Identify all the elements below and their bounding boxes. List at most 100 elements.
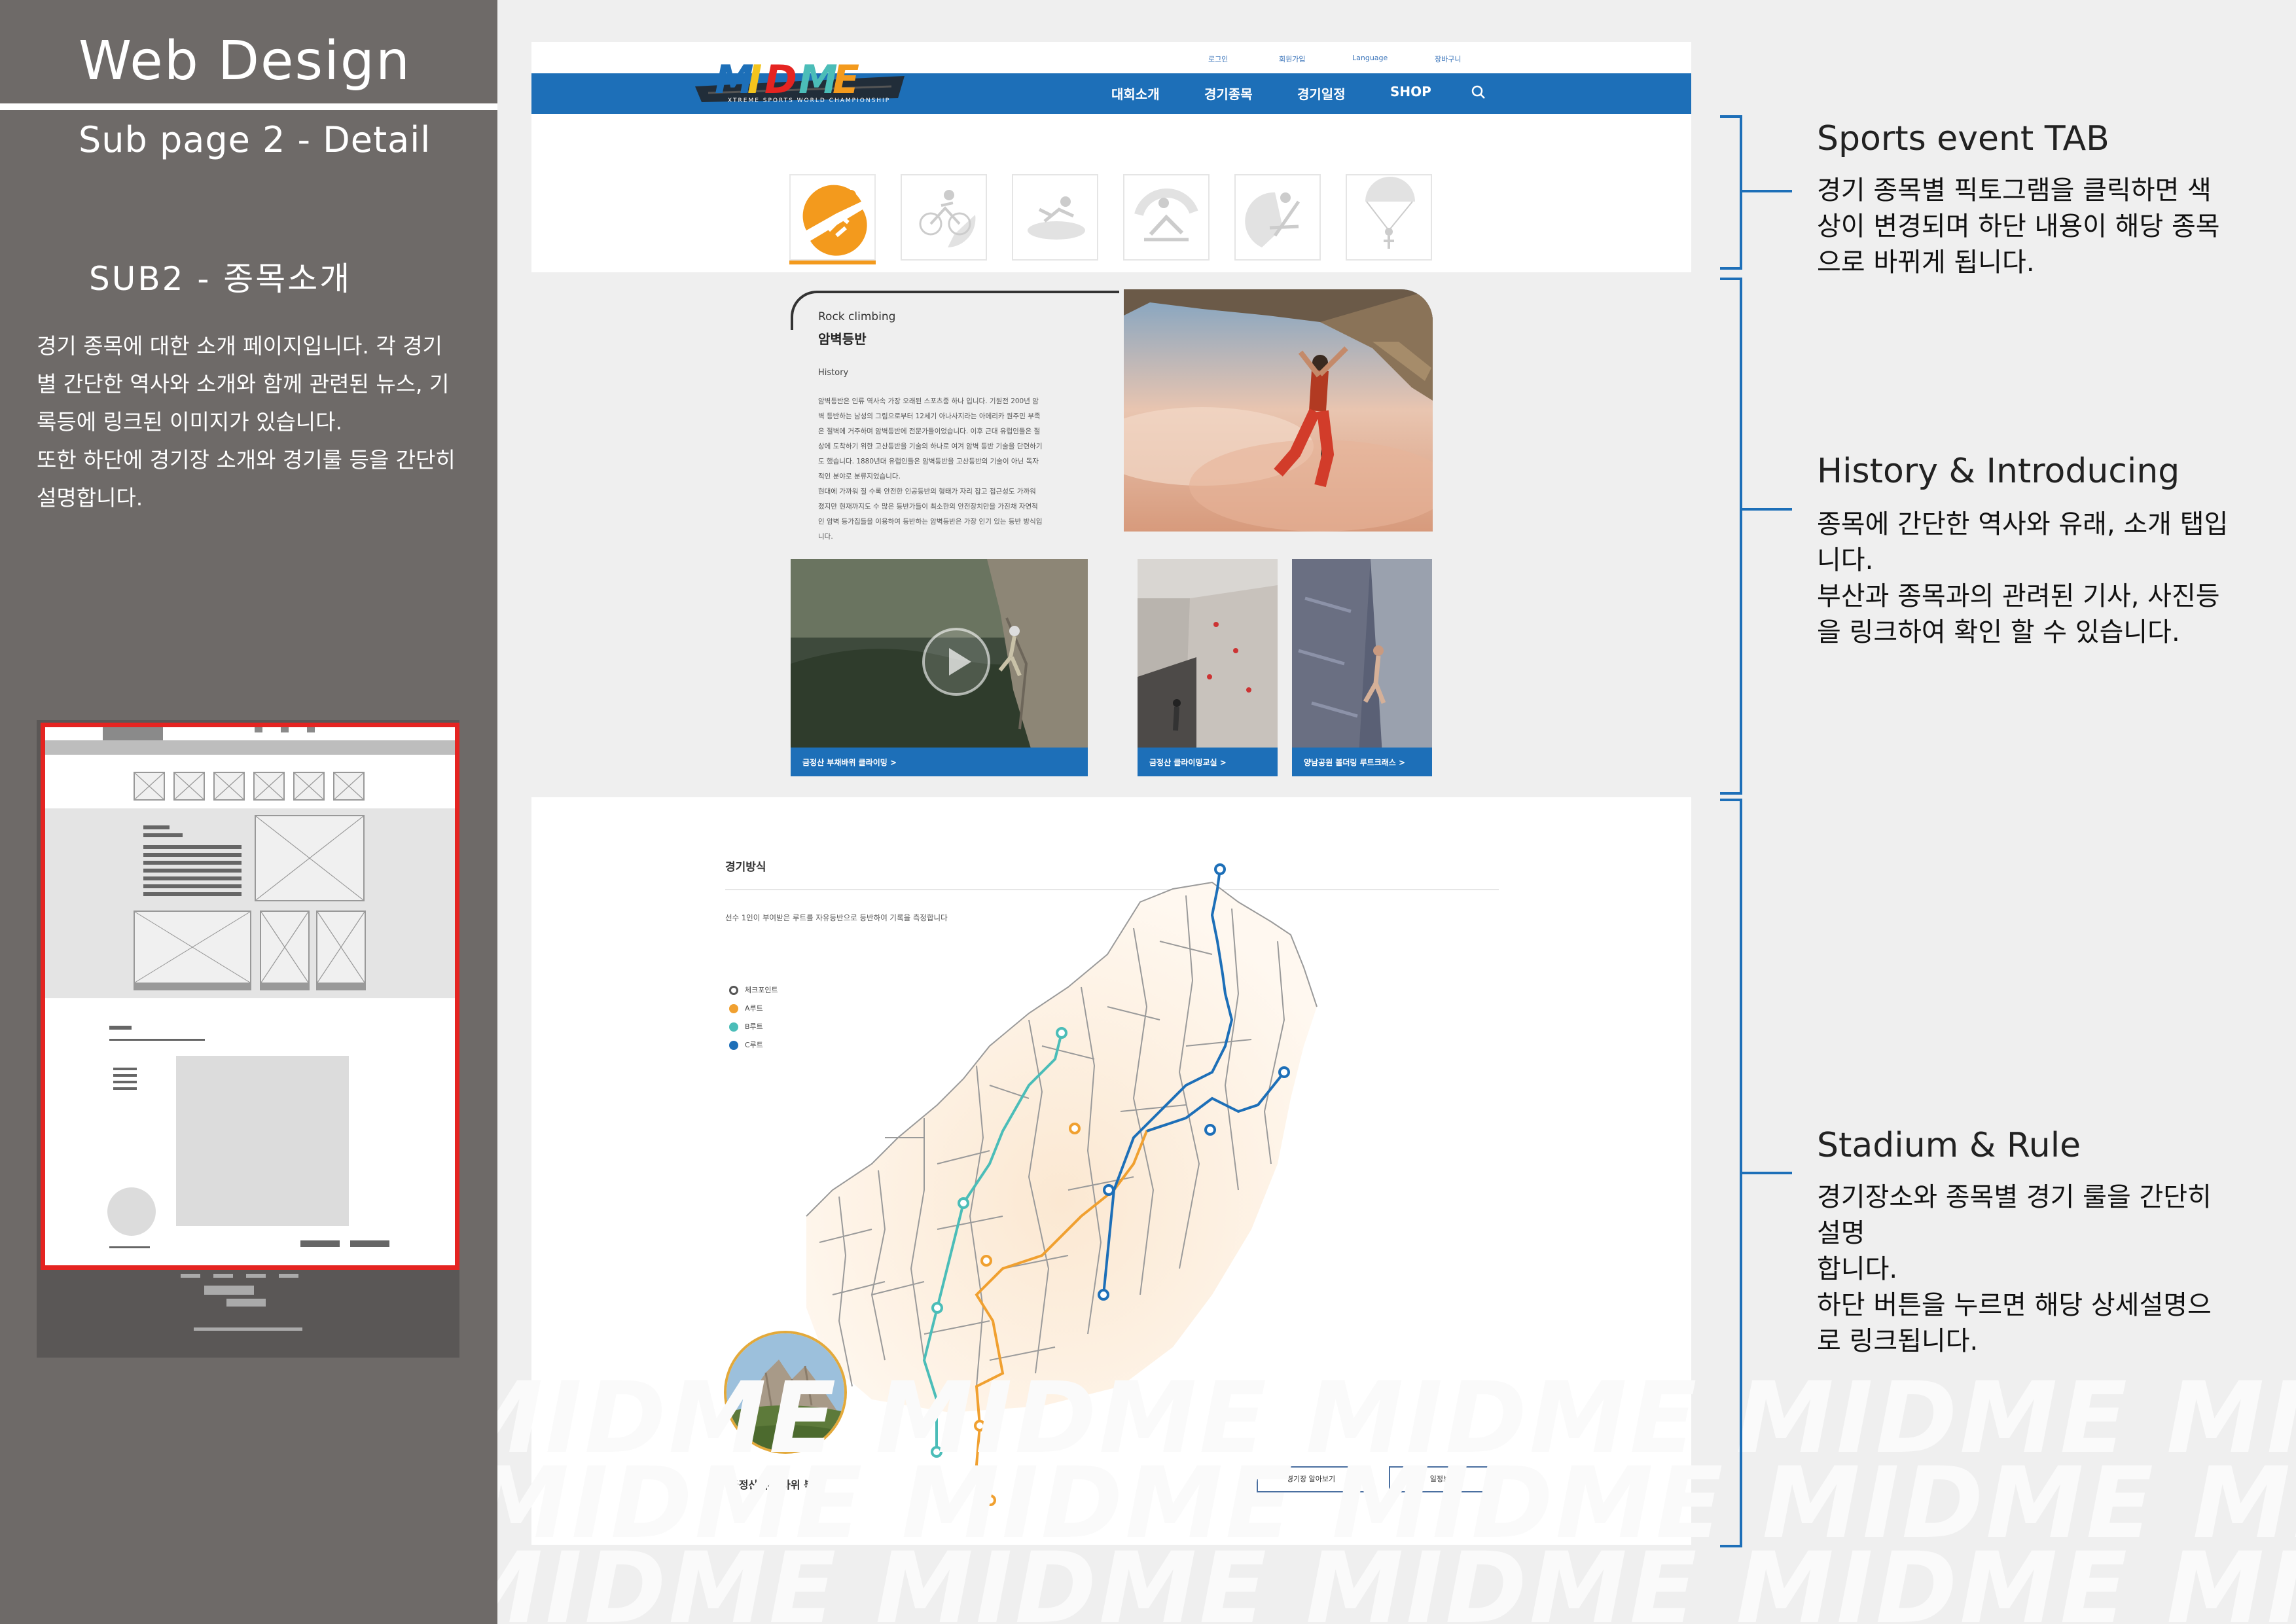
wf-media-image [134, 911, 251, 984]
wf-toplink [255, 727, 262, 732]
history-line: 현대에 가까워 질 수록 안전한 인공등반의 형태가 자리 잡고 접근성도 가까… [818, 488, 1036, 496]
wf-legend-line [113, 1068, 137, 1070]
wf-navbar [45, 740, 455, 755]
play-icon[interactable] [920, 626, 992, 700]
nav-item-events[interactable]: 경기종목 [1204, 84, 1253, 103]
wf-button [350, 1240, 389, 1247]
nav-item-about[interactable]: 대회소개 [1111, 84, 1160, 103]
left-panel: Web Design Sub page 2 - Detail SUB2 - 종목… [0, 0, 497, 1624]
annotation-text: 종목에 간단한 역사와 유래, 소개 탭입 니다. 부산과 종목과의 관려된 기… [1817, 507, 2262, 651]
history-line: 인 암벽 등가집들을 이용하여 등반하는 암벽등반은 가장 인기 있는 등반 방… [818, 518, 1043, 526]
tab-bmx[interactable] [901, 174, 987, 261]
tab-surfing[interactable] [1012, 174, 1098, 261]
login-link[interactable]: 로그인 [1208, 54, 1228, 64]
wf-toplink [307, 727, 315, 732]
wf-caption-bar [260, 984, 310, 990]
climber-hero-photo [1124, 289, 1433, 532]
annotation-title: Sports event TAB [1817, 119, 2109, 158]
description-line: 또한 하단에 경기장 소개와 경기룰 등을 간단히 [37, 447, 456, 473]
panel-description: 경기 종목에 대한 소개 페이지입니다. 각 경기 별 간단한 역사와 소개와 … [37, 327, 469, 517]
bracket-stadium [1720, 799, 1742, 1547]
history-line: 상에 도착하기 위한 고산등반을 기술의 하나로 여겨 암벽 등반 기술을 단련… [818, 442, 1043, 450]
stadium-info-button[interactable]: 경기장 알아보기 [1257, 1466, 1365, 1492]
wf-tab [333, 772, 365, 801]
svg-text:I: I [747, 57, 762, 103]
wf-footer-link [279, 1274, 298, 1278]
wf-tab [173, 772, 205, 801]
description-line: 별 간단한 역사와 소개와 함께 관련된 뉴스, 기 [37, 371, 450, 397]
wf-footer-link [181, 1274, 200, 1278]
media-caption-bar: 금정산 부채바위 클라이밍 > [791, 748, 1088, 776]
bmx-icon [919, 190, 976, 247]
media-photo-card[interactable]: 금정산 클라이밍교실 > [1138, 559, 1278, 776]
svg-text:XTREME SPORTS WORLD CHAMPIONSH: XTREME SPORTS WORLD CHAMPIONSHIP [728, 98, 890, 104]
history-text: 암벽등반은 인류 역사속 가장 오래된 스포츠중 하나 입니다. 기원전 200… [818, 394, 1100, 545]
wf-map [176, 1056, 349, 1226]
cart-link[interactable]: 장바구니 [1435, 54, 1461, 64]
tab-kayak[interactable] [1234, 174, 1321, 261]
annotation-line: 합니다. [1817, 1254, 1898, 1284]
media-photo-card[interactable]: 양남공원 볼더링 루트크래스 > [1292, 559, 1432, 776]
wf-text-line [109, 1039, 205, 1041]
history-line: 벽 등반하는 남성의 그림으로부터 12세기 아나사지라는 아메리카 원주민 부… [818, 412, 1041, 420]
wf-tab [253, 772, 285, 801]
language-link[interactable]: Language [1352, 54, 1388, 62]
wf-caption-bar [316, 984, 366, 990]
wireframe-highlight-frame [41, 723, 459, 1270]
wf-main-image [255, 815, 365, 901]
history-card: Rock climbing 암벽등반 History 암벽등반은 인류 역사속 … [791, 291, 1119, 541]
media-video-card[interactable]: 금정산 부채바위 클라이밍 > [791, 559, 1088, 776]
tab-rock-climbing[interactable] [789, 174, 876, 264]
history-section: Rock climbing 암벽등반 History 암벽등반은 인류 역사속 … [531, 272, 1691, 795]
section-title: SUB2 - 종목소개 [89, 260, 352, 298]
wireframe-thumbnail [37, 720, 459, 1358]
stadium-location-name: 금정산 부채바위 북벽 [729, 1479, 823, 1491]
annotation-line: 상이 변경되며 하단 내용이 해당 종목 [1817, 211, 2220, 242]
signup-link[interactable]: 회원가입 [1279, 54, 1305, 64]
wf-footer-block [204, 1286, 254, 1295]
bracket-tabs [1720, 115, 1742, 270]
annotation-line: 부산과 종목과의 관려된 기사, 사진등 [1817, 581, 2220, 611]
search-icon[interactable] [1470, 84, 1487, 103]
bracket-tick [1742, 1172, 1792, 1174]
panel-subtitle: Sub page 2 - Detail [79, 119, 431, 160]
wf-footer-link [246, 1274, 266, 1278]
wf-text-line [109, 1026, 132, 1030]
media-caption: 양남공원 볼더링 루트크래스 > [1304, 758, 1406, 767]
svg-text:D: D [764, 57, 797, 103]
media-caption: 금정산 클라이밍교실 > [1149, 758, 1227, 767]
annotation-line: 으로 바뀌게 됩니다. [1817, 247, 2035, 278]
description-line: 경기 종목에 대한 소개 페이지입니다. 각 경기 [37, 333, 442, 359]
tab-skateboard[interactable] [1123, 174, 1210, 261]
header-mockup: 로그인 회원가입 Language 장바구니 대회소개 경기종목 경기일정 SH… [531, 42, 1691, 272]
annotation-line: 종목에 간단한 역사와 유래, 소개 탭입 [1817, 509, 2229, 539]
stadium-location-photo [724, 1331, 847, 1454]
wf-legend-line [113, 1074, 137, 1077]
wf-toplink [281, 727, 289, 732]
wf-text-line [143, 876, 242, 880]
wf-legend-line [113, 1081, 137, 1083]
history-label: History [818, 368, 849, 378]
surfing-icon [1028, 196, 1085, 240]
midme-logo[interactable]: M I D M E XTREME SPORTS WORLD CHAMPIONSH… [689, 47, 911, 110]
annotation-line: 하단 버튼을 누르면 해당 상세설명으 [1817, 1290, 2212, 1320]
svg-text:E: E [833, 57, 859, 103]
watermark-text: MIDME MIDME MIDME MIDME MIDME MIDME MIDM… [497, 1532, 2296, 1624]
bracket-tick [1742, 190, 1792, 192]
history-line: 도 했습니다. 1880년대 유럽인들은 암벽등반을 고산등반의 기술이 아닌 … [818, 458, 1039, 465]
annotation-line: 설명 [1817, 1218, 1865, 1248]
kayak-icon [1245, 192, 1300, 247]
wf-text-line [143, 845, 242, 849]
schedule-button[interactable]: 일정보기 [1389, 1466, 1498, 1492]
bracket-tick [1742, 508, 1792, 511]
nav-item-schedule[interactable]: 경기일정 [1297, 84, 1346, 103]
wf-text-line [143, 861, 242, 865]
annotation-line: 을 링크하여 확인 할 수 있습니다. [1817, 617, 2180, 647]
wf-text-line [143, 892, 242, 896]
wf-intro-section [45, 808, 455, 998]
wf-text-line [143, 833, 183, 837]
nav-item-shop[interactable]: SHOP [1390, 84, 1431, 99]
tab-skydiving[interactable] [1346, 174, 1432, 261]
wf-text-line [109, 1246, 150, 1248]
history-line: 졌지만 현재까지도 수 많은 등반가들이 최소한의 안전장치만을 가진채 자연적 [818, 503, 1038, 511]
